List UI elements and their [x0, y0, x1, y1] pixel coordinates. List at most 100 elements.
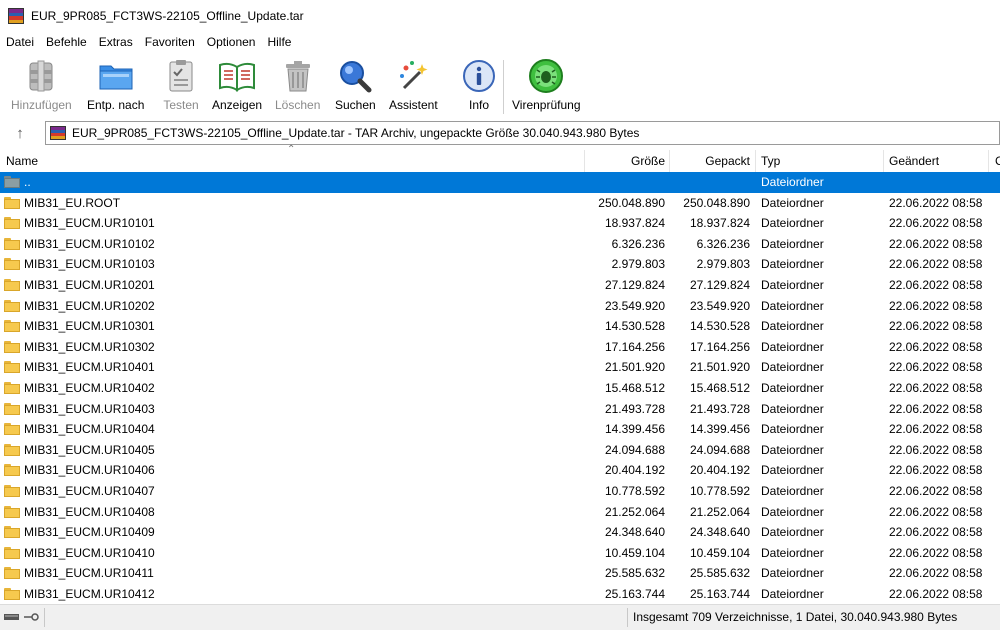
table-row[interactable]: MIB31_EUCM.UR10202 23.549.920 23.549.920 Da…: [0, 296, 1000, 317]
file-modified: 22.06.2022 08:58: [889, 298, 983, 313]
search-button[interactable]: Suchen: [335, 56, 376, 112]
menu-befehle[interactable]: Befehle: [40, 32, 93, 52]
table-row[interactable]: MIB31_EUCM.UR10102 6.326.236 6.326.236 Date…: [0, 234, 1000, 255]
file-modified: 22.06.2022 08:58: [889, 236, 983, 251]
menu-extras[interactable]: Extras: [93, 32, 139, 52]
file-size: 21.501.920: [604, 360, 665, 375]
folder-icon: [4, 484, 20, 497]
file-list: .. Dateiordner MIB31_EU.ROOT 250.048.890 250…: [0, 172, 1000, 604]
table-row[interactable]: MIB31_EUCM.UR10408 21.252.064 21.252.064 Da…: [0, 502, 1000, 523]
file-modified: 22.06.2022 08:58: [889, 360, 983, 375]
table-row[interactable]: MIB31_EUCM.UR10410 10.459.104 10.459.104 Da…: [0, 543, 1000, 564]
table-row[interactable]: MIB31_EUCM.UR10412 25.163.744 25.163.744 Da…: [0, 584, 1000, 605]
menu-datei[interactable]: Datei: [0, 32, 40, 52]
file-size: 25.585.632: [604, 566, 665, 581]
menu-hilfe[interactable]: Hilfe: [261, 32, 297, 52]
file-modified: 22.06.2022 08:58: [889, 339, 983, 354]
wizard-button[interactable]: Assistent: [389, 56, 438, 112]
table-row[interactable]: MIB31_EUCM.UR10405 24.094.688 24.094.688 Da…: [0, 440, 1000, 461]
column-size[interactable]: Größe: [631, 150, 665, 172]
file-name: MIB31_EUCM.UR10403: [24, 401, 155, 416]
column-divider[interactable]: [669, 150, 670, 172]
view-button[interactable]: Anzeigen: [212, 56, 262, 112]
status-bar: Insgesamt 709 Verzeichnisse, 1 Datei, 30…: [0, 604, 1000, 630]
file-type: Dateiordner: [761, 319, 824, 334]
add-button[interactable]: Hinzufügen: [11, 56, 72, 112]
file-modified: 22.06.2022 08:58: [889, 216, 983, 231]
window-title: EUR_9PR085_FCT3WS-22105_Offline_Update.t…: [31, 9, 304, 23]
file-type: Dateiordner: [761, 504, 824, 519]
file-packed: 24.094.688: [689, 442, 750, 457]
file-size: 23.549.920: [604, 298, 665, 313]
table-row[interactable]: MIB31_EUCM.UR10409 24.348.640 24.348.640 Da…: [0, 522, 1000, 543]
toolbar-divider: [503, 60, 504, 114]
column-extra[interactable]: C: [995, 150, 1000, 172]
table-row[interactable]: MIB31_EUCM.UR10406 20.404.192 20.404.192 Da…: [0, 460, 1000, 481]
drive-icon: [4, 610, 42, 624]
file-name: MIB31_EUCM.UR10102: [24, 236, 155, 251]
column-divider[interactable]: [988, 150, 989, 172]
virus-scan-icon: [526, 56, 566, 96]
file-size: 25.163.744: [604, 586, 665, 601]
table-row[interactable]: MIB31_EUCM.UR10411 25.585.632 25.585.632 Da…: [0, 563, 1000, 584]
file-type: Dateiordner: [761, 483, 824, 498]
column-modified[interactable]: Geändert: [889, 150, 939, 172]
add-label: Hinzufügen: [11, 98, 72, 112]
table-row[interactable]: MIB31_EUCM.UR10302 17.164.256 17.164.256 Da…: [0, 337, 1000, 358]
file-modified: 22.06.2022 08:58: [889, 525, 983, 540]
delete-button[interactable]: Löschen: [275, 56, 320, 112]
table-row[interactable]: MIB31_EUCM.UR10407 10.778.592 10.778.592 Da…: [0, 481, 1000, 502]
table-row[interactable]: MIB31_EU.ROOT 250.048.890 250.048.890 Datei…: [0, 193, 1000, 214]
table-row[interactable]: MIB31_EUCM.UR10101 18.937.824 18.937.824 Da…: [0, 213, 1000, 234]
address-bar: ↑ EUR_9PR085_FCT3WS-22105_Offline_Update…: [0, 118, 1000, 148]
file-name: MIB31_EUCM.UR10407: [24, 483, 155, 498]
menu-optionen[interactable]: Optionen: [201, 32, 262, 52]
folder-icon: [4, 278, 20, 291]
column-type[interactable]: Typ: [761, 150, 780, 172]
file-modified: 22.06.2022 08:58: [889, 545, 983, 560]
address-field[interactable]: EUR_9PR085_FCT3WS-22105_Offline_Update.t…: [45, 121, 1000, 145]
file-name: MIB31_EUCM.UR10408: [24, 504, 155, 519]
table-row[interactable]: MIB31_EUCM.UR10301 14.530.528 14.530.528 Da…: [0, 316, 1000, 337]
column-divider[interactable]: [755, 150, 756, 172]
file-name: MIB31_EUCM.UR10101: [24, 216, 155, 231]
file-packed: 2.979.803: [696, 257, 750, 272]
wizard-label: Assistent: [389, 98, 438, 112]
file-size: 20.404.192: [604, 463, 665, 478]
toolbar: Hinzufügen Entp. nach Testen Anzeigen Lö…: [0, 52, 1000, 116]
file-type: Dateiordner: [761, 586, 824, 601]
table-row[interactable]: MIB31_EUCM.UR10402 15.468.512 15.468.512 Da…: [0, 378, 1000, 399]
table-row[interactable]: MIB31_EUCM.UR10404 14.399.456 14.399.456 Da…: [0, 419, 1000, 440]
winrar-app-icon: [8, 8, 24, 24]
table-row[interactable]: MIB31_EUCM.UR10103 2.979.803 2.979.803 Date…: [0, 254, 1000, 275]
table-row[interactable]: MIB31_EUCM.UR10401 21.501.920 21.501.920 Da…: [0, 357, 1000, 378]
column-header: ⌃ Name Größe Gepackt Typ Geändert C: [0, 144, 1000, 173]
archive-icon: [50, 126, 66, 140]
file-modified: 22.06.2022 08:58: [889, 422, 983, 437]
file-name: MIB31_EUCM.UR10406: [24, 463, 155, 478]
parent-folder-row[interactable]: .. Dateiordner: [0, 172, 1000, 193]
table-row[interactable]: MIB31_EUCM.UR10201 27.129.824 27.129.824 Da…: [0, 275, 1000, 296]
file-name: MIB31_EUCM.UR10201: [24, 277, 155, 292]
folder-icon: [4, 217, 20, 230]
file-packed: 250.048.890: [683, 195, 750, 210]
test-button[interactable]: Testen: [161, 56, 201, 112]
view-book-icon: [217, 56, 257, 96]
column-divider[interactable]: [883, 150, 884, 172]
info-icon: [459, 56, 499, 96]
column-packed[interactable]: Gepackt: [705, 150, 750, 172]
menu-favoriten[interactable]: Favoriten: [139, 32, 201, 52]
info-button[interactable]: Info: [459, 56, 499, 112]
virus-scan-button[interactable]: Virenprüfung: [512, 56, 581, 112]
column-name[interactable]: Name: [6, 150, 38, 172]
up-arrow-icon[interactable]: ↑: [10, 123, 30, 143]
file-packed: 14.399.456: [689, 422, 750, 437]
file-type: Dateiordner: [761, 298, 824, 313]
folder-icon: [4, 320, 20, 333]
file-type: Dateiordner: [761, 545, 824, 560]
table-row[interactable]: MIB31_EUCM.UR10403 21.493.728 21.493.728 Da…: [0, 399, 1000, 420]
folder-icon: [4, 299, 20, 312]
extract-to-button[interactable]: Entp. nach: [87, 56, 144, 112]
delete-label: Löschen: [275, 98, 321, 112]
column-divider[interactable]: [584, 150, 585, 172]
